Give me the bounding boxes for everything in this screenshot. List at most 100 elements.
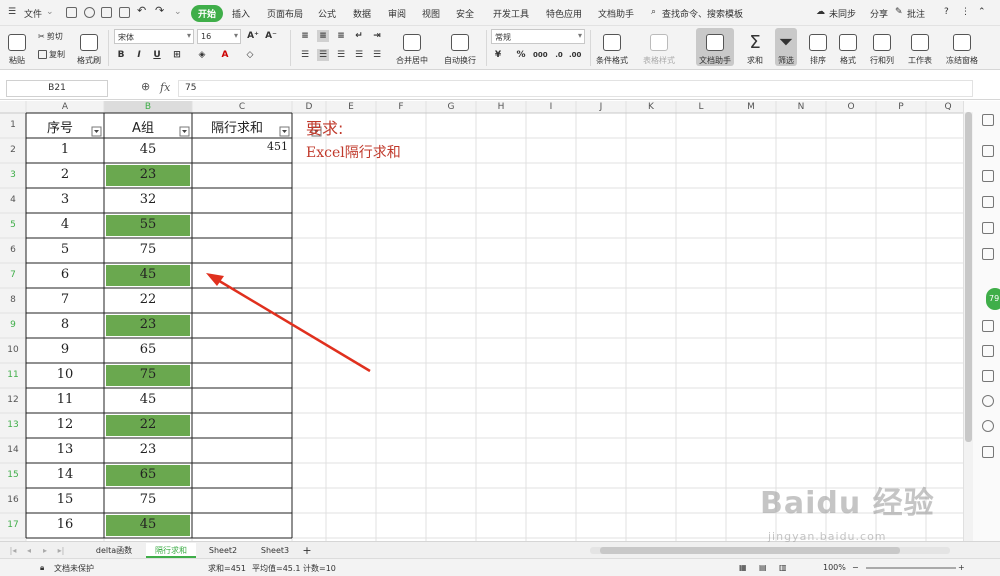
- library-icon[interactable]: [982, 248, 994, 260]
- save-icon[interactable]: [66, 7, 77, 18]
- formula-input[interactable]: 75: [178, 80, 973, 97]
- image-icon[interactable]: [982, 370, 994, 382]
- border-icon[interactable]: ⊞: [171, 49, 183, 61]
- align-bottom-icon[interactable]: ≡: [335, 30, 347, 42]
- protect-status[interactable]: 文档未保护: [54, 563, 94, 574]
- tab-security[interactable]: 安全: [456, 7, 474, 20]
- search-icon[interactable]: ⌕: [651, 7, 656, 17]
- redo-icon[interactable]: ↷: [155, 4, 164, 17]
- table-icon[interactable]: [982, 170, 994, 182]
- font-name-select[interactable]: 宋体: [114, 29, 194, 44]
- thousands-icon[interactable]: 000: [533, 49, 548, 61]
- page-view-icon[interactable]: ▤: [759, 563, 767, 572]
- more-icon[interactable]: ⋮: [961, 7, 970, 17]
- underline-button[interactable]: U: [151, 49, 163, 61]
- currency-button[interactable]: ¥: [492, 49, 504, 61]
- wrap-text-button[interactable]: 自动换行: [444, 28, 476, 66]
- location-icon[interactable]: [982, 395, 994, 407]
- grow-font-icon[interactable]: A⁺: [247, 30, 259, 42]
- collapse-ribbon-icon[interactable]: ⌃: [978, 7, 986, 17]
- export-icon[interactable]: [119, 7, 130, 18]
- sync-status[interactable]: 未同步: [829, 7, 856, 20]
- normal-view-icon[interactable]: ▦: [739, 563, 747, 572]
- doc-assistant-button[interactable]: 文档助手: [696, 28, 734, 66]
- tab-formulas[interactable]: 公式: [318, 7, 336, 20]
- tab-special[interactable]: 特色应用: [546, 7, 582, 20]
- chevron-down-icon[interactable]: ⌄: [174, 7, 182, 17]
- zoom-in-icon[interactable]: +: [958, 563, 965, 572]
- undo-icon[interactable]: ↶: [137, 4, 146, 17]
- font-color-icon[interactable]: A: [219, 49, 231, 61]
- settings-icon[interactable]: [982, 446, 994, 458]
- comment-icon[interactable]: ✎: [895, 7, 903, 17]
- comment-button[interactable]: 批注: [907, 7, 925, 20]
- italic-button[interactable]: I: [133, 49, 145, 61]
- command-search[interactable]: 查找命令、搜索模板: [662, 7, 743, 20]
- select-icon[interactable]: [982, 114, 994, 126]
- paste-button[interactable]: 粘贴: [8, 28, 26, 66]
- tab-data[interactable]: 数据: [353, 7, 371, 20]
- align-center-icon[interactable]: ☰: [317, 49, 329, 61]
- zoom-out-icon[interactable]: −: [852, 563, 859, 572]
- help-icon[interactable]: ?: [944, 7, 949, 17]
- last-sheet-icon[interactable]: ▸|: [54, 543, 68, 558]
- vertical-scroll-thumb[interactable]: [965, 112, 972, 442]
- filter-button[interactable]: ⏷ 筛选: [775, 28, 797, 66]
- decrease-decimal-icon[interactable]: .00: [569, 49, 581, 61]
- chevron-down-icon[interactable]: ⌄: [46, 7, 54, 17]
- name-box[interactable]: B21: [6, 80, 108, 97]
- style-icon[interactable]: [982, 145, 994, 157]
- sum-button[interactable]: Σ 求和: [747, 28, 763, 66]
- file-menu[interactable]: 文件: [24, 7, 42, 20]
- increase-decimal-icon[interactable]: .0: [553, 49, 565, 61]
- clear-icon[interactable]: ◇: [244, 49, 256, 61]
- sheet-tab-delta[interactable]: delta函数: [84, 543, 144, 558]
- share-icon[interactable]: [982, 320, 994, 332]
- print-icon[interactable]: [84, 7, 95, 18]
- menu-icon[interactable]: ☰: [8, 7, 16, 17]
- backup-icon[interactable]: [982, 345, 994, 357]
- bold-button[interactable]: B: [115, 49, 127, 61]
- freeze-panes-button[interactable]: 冻结窗格: [946, 28, 978, 66]
- worksheet-button[interactable]: 工作表: [908, 28, 932, 66]
- zoom-level[interactable]: 100%: [823, 563, 846, 572]
- shrink-font-icon[interactable]: A⁻: [265, 30, 277, 42]
- align-top-icon[interactable]: ≡: [299, 30, 311, 42]
- chart-icon[interactable]: [982, 196, 994, 208]
- shape-icon[interactable]: [982, 222, 994, 234]
- sheet-tab-alternate-sum[interactable]: 隔行求和: [146, 543, 196, 558]
- zoom-icon[interactable]: ⊕: [141, 80, 150, 93]
- prev-sheet-icon[interactable]: ◂: [22, 543, 36, 558]
- format-painter-button[interactable]: 格式刷: [77, 28, 101, 66]
- floating-badge[interactable]: 79: [986, 288, 1000, 310]
- zoom-slider[interactable]: [866, 567, 956, 569]
- history-icon[interactable]: [982, 420, 994, 432]
- justify-icon[interactable]: ☰: [353, 49, 365, 61]
- conditional-format-button[interactable]: 条件格式: [596, 28, 628, 66]
- copy-button[interactable]: 复制: [38, 49, 65, 60]
- cut-button[interactable]: ✂ 剪切: [38, 31, 63, 42]
- table-style-button[interactable]: 表格样式: [643, 28, 675, 66]
- percent-button[interactable]: %: [515, 49, 527, 61]
- tab-view[interactable]: 视图: [422, 7, 440, 20]
- distributed-icon[interactable]: ☰: [371, 49, 383, 61]
- fill-color-icon[interactable]: ◈: [196, 49, 208, 61]
- next-sheet-icon[interactable]: ▸: [38, 543, 52, 558]
- tab-developer[interactable]: 开发工具: [493, 7, 529, 20]
- align-left-icon[interactable]: ☰: [299, 49, 311, 61]
- cloud-icon[interactable]: ☁: [816, 7, 825, 17]
- number-format-select[interactable]: 常规: [491, 29, 585, 44]
- align-right-icon[interactable]: ☰: [335, 49, 347, 61]
- fx-icon[interactable]: fx: [160, 81, 170, 94]
- plus-icon[interactable]: +: [300, 543, 314, 558]
- format-button[interactable]: 格式: [839, 28, 857, 66]
- sort-button[interactable]: 排序: [809, 28, 827, 66]
- tab-insert[interactable]: 插入: [232, 7, 250, 20]
- wrap-icon[interactable]: ↵: [353, 30, 365, 42]
- sheet-grid[interactable]: A B C D E F G H I J K L M N O P Q 1 2 3 4 5 6 7 8 9 10 11 12 13 14 15 16…: [0, 101, 963, 541]
- tab-home[interactable]: 开始: [191, 5, 224, 22]
- first-sheet-icon[interactable]: |◂: [6, 543, 20, 558]
- break-view-icon[interactable]: ▥: [779, 563, 787, 572]
- indent-icon[interactable]: ⇥: [371, 30, 383, 42]
- tab-review[interactable]: 审阅: [388, 7, 406, 20]
